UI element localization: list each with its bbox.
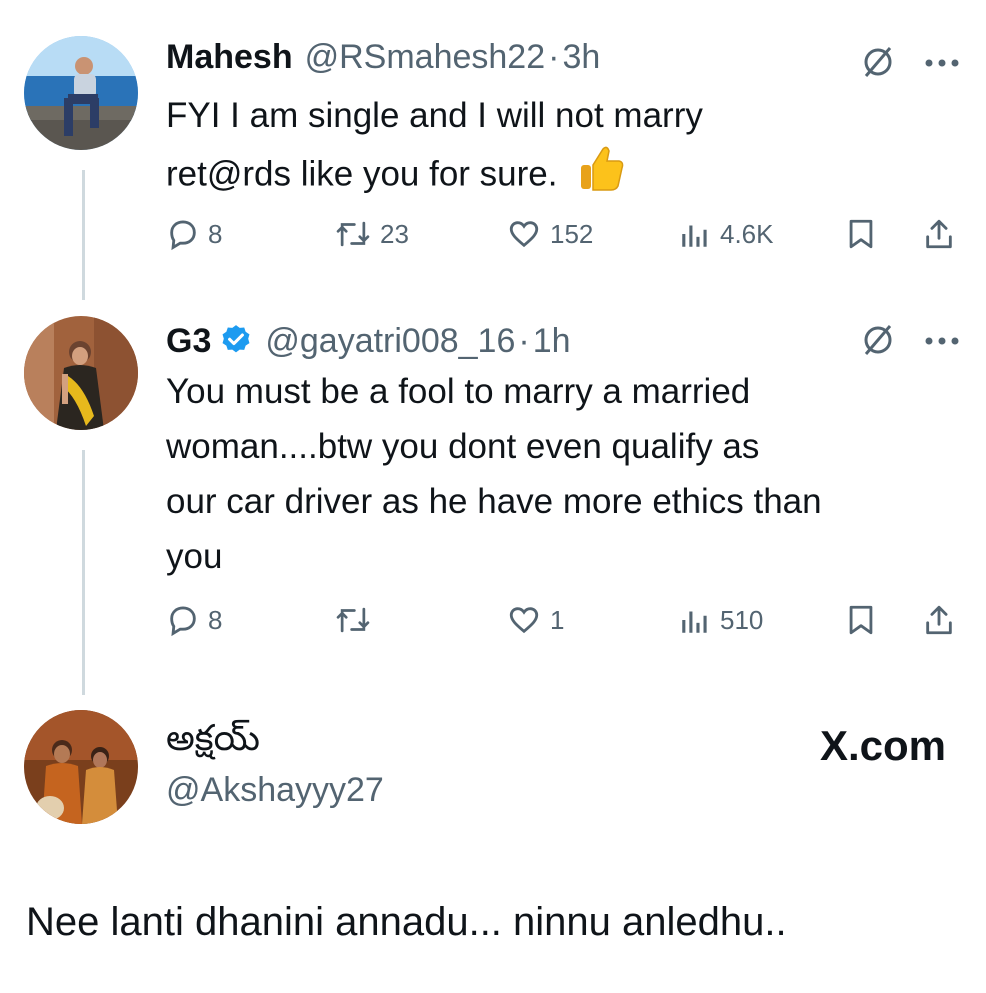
retweet-icon	[336, 607, 370, 633]
tweet-header: Mahesh @RSmahesh22 · 3h	[166, 38, 600, 77]
tweet-top-icons	[860, 44, 960, 85]
retweet-icon	[336, 221, 370, 247]
caption-text: Nee lanti dhanini annadu... ninnu anledh…	[26, 900, 787, 944]
bookmark-button[interactable]	[844, 214, 886, 254]
separator-dot: ·	[518, 322, 530, 360]
author-name[interactable]: G3	[166, 322, 211, 361]
views-count: 4.6K	[720, 218, 774, 249]
bookmark-button[interactable]	[844, 600, 886, 640]
views-button[interactable]: 510	[678, 600, 763, 640]
avatar-mahesh[interactable]	[24, 36, 138, 150]
reply-count: 8	[208, 604, 223, 635]
thread-line	[82, 450, 85, 695]
tweet-text-line: FYI I am single and I will not marry	[166, 96, 703, 135]
reply-icon	[170, 606, 196, 637]
share-icon	[926, 605, 952, 635]
tweet-top-icons	[860, 322, 960, 363]
tweet-text-line-wrap: ret@rds like you for sure.	[166, 143, 956, 209]
views-icon	[682, 611, 707, 633]
retweet-count: 23	[380, 218, 409, 249]
timestamp[interactable]: 1h	[533, 322, 571, 361]
like-count: 152	[550, 218, 594, 249]
tweet-text-line: ret@rds like you for sure.	[166, 154, 558, 194]
quote-author-name[interactable]: అక్షయ్	[166, 718, 260, 768]
like-button[interactable]: 152	[506, 214, 593, 254]
author-handle[interactable]: @gayatri008_16	[265, 322, 515, 361]
author-handle[interactable]: @RSmahesh22	[305, 38, 546, 77]
like-button[interactable]: 1	[506, 600, 564, 640]
share-icon	[926, 219, 952, 249]
reply-icon	[170, 220, 196, 251]
tweet-text: FYI I am single and I will not marry ret…	[166, 88, 956, 209]
tweet-text-line: our car driver as he have more ethics th…	[166, 482, 822, 521]
verified-badge-icon	[219, 323, 253, 357]
thumbs-up-emoji	[577, 143, 625, 209]
share-button[interactable]	[922, 214, 964, 254]
tweet-text-line: you	[166, 537, 223, 576]
avatar-g3[interactable]	[24, 316, 138, 430]
views-icon	[682, 225, 707, 247]
views-button[interactable]: 4.6K	[678, 214, 774, 254]
more-icon[interactable]	[924, 56, 960, 74]
like-icon	[509, 607, 539, 634]
bookmark-icon	[849, 605, 873, 635]
tweet-actions: 8 1 510	[166, 600, 966, 640]
tweet-text-line: You must be a fool to marry a married	[166, 372, 751, 411]
reply-button[interactable]: 8	[166, 600, 222, 640]
views-count: 510	[720, 604, 764, 635]
like-count: 1	[550, 604, 565, 635]
grok-icon[interactable]	[860, 322, 896, 363]
author-name[interactable]: Mahesh	[166, 38, 293, 77]
grok-icon[interactable]	[860, 44, 896, 85]
reply-count: 8	[208, 218, 223, 249]
quote-author-handle[interactable]: @Akshayyy27	[166, 771, 384, 810]
separator-dot: ·	[548, 38, 560, 76]
retweet-button[interactable]	[334, 600, 380, 640]
reply-button[interactable]: 8	[166, 214, 222, 254]
thread-line	[82, 170, 85, 300]
bookmark-icon	[849, 219, 873, 249]
share-button[interactable]	[922, 600, 964, 640]
tweet-header: G3 @gayatri008_16 · 1h	[166, 318, 571, 361]
tweet-actions: 8 23 152 4.6K	[166, 214, 966, 254]
tweet-text: You must be a fool to marry a married wo…	[166, 364, 956, 584]
more-icon[interactable]	[924, 334, 960, 352]
timestamp[interactable]: 3h	[562, 38, 600, 77]
x-com-watermark: X.com	[819, 722, 946, 769]
tweet-text-line: woman....btw you dont even qualify as	[166, 427, 760, 466]
avatar-akshay[interactable]	[24, 710, 138, 824]
retweet-button[interactable]: 23	[334, 214, 409, 254]
like-icon	[509, 221, 539, 248]
